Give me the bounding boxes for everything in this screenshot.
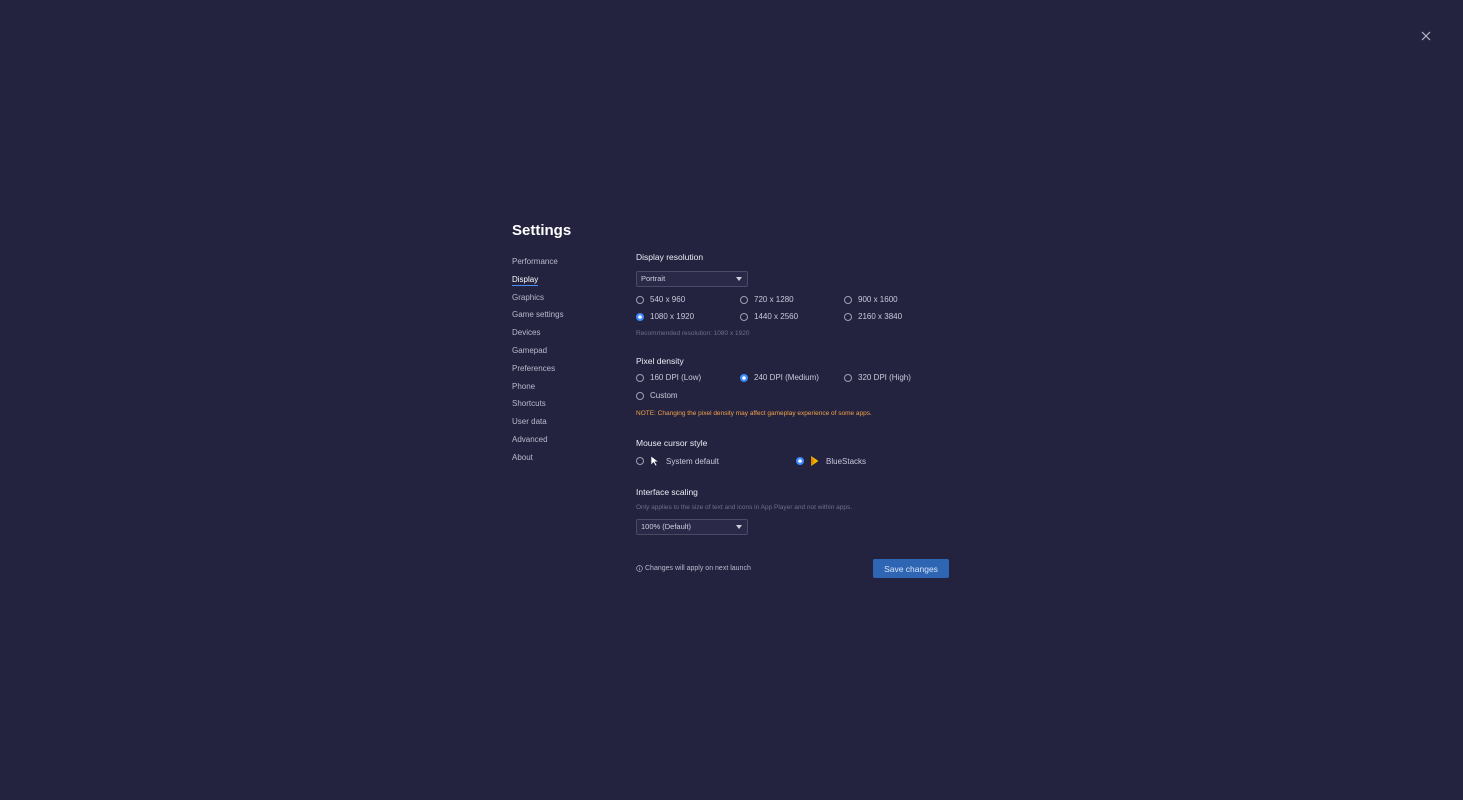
nav-item-label: Performance — [512, 257, 558, 266]
nav-item-graphics[interactable]: Graphics — [512, 292, 622, 310]
nav-item-label: Game settings — [512, 310, 564, 320]
radio-icon — [636, 295, 644, 304]
nav-item-label: Display — [512, 274, 539, 286]
pixel-density-note: NOTE: Changing the pixel density may aff… — [636, 410, 872, 417]
save-changes-button[interactable]: Save changes — [873, 559, 949, 578]
cursor-option-system-default[interactable]: System default — [636, 455, 719, 467]
nav-item-advanced[interactable]: Advanced — [512, 434, 622, 452]
close-button[interactable] — [1418, 28, 1434, 44]
chevron-down-icon — [736, 277, 742, 281]
radio-icon — [636, 391, 644, 400]
display-resolution-title: Display resolution — [636, 252, 704, 262]
radio-label: 160 DPI (Low) — [650, 373, 702, 382]
radio-icon — [796, 457, 804, 465]
resolution-option-540x960[interactable]: 540 x 960 — [636, 295, 685, 304]
radio-label: 540 x 960 — [650, 295, 686, 304]
settings-nav: Performance Display Graphics Game settin… — [512, 256, 622, 470]
orientation-select[interactable]: Portrait — [636, 271, 748, 287]
radio-icon — [740, 312, 748, 321]
radio-label: BlueStacks — [826, 456, 867, 466]
interface-scaling-select-value: 100% (Default) — [641, 522, 692, 531]
radio-label: Custom — [650, 391, 678, 400]
radio-icon — [844, 312, 852, 321]
recommended-resolution-hint: Recommended resolution: 1080 x 1920 — [636, 330, 750, 337]
dpi-option-medium[interactable]: 240 DPI (Medium) — [740, 373, 819, 382]
nav-item-display[interactable]: Display — [512, 274, 622, 292]
interface-scaling-hint: Only applies to the size of text and ico… — [636, 504, 853, 511]
nav-item-phone[interactable]: Phone — [512, 381, 622, 399]
nav-item-user-data[interactable]: User data — [512, 416, 622, 434]
restart-info-text: Changes will apply on next launch — [645, 565, 751, 572]
nav-item-preferences[interactable]: Preferences — [512, 363, 622, 381]
radio-icon — [740, 295, 748, 304]
radio-icon — [636, 312, 644, 321]
nav-item-gamepad[interactable]: Gamepad — [512, 345, 622, 363]
radio-label: 720 x 1280 — [754, 295, 794, 304]
settings-panel: Settings Performance Display Graphics Ga… — [512, 220, 952, 590]
arrow-cursor-icon — [650, 455, 660, 467]
page-title: Settings — [512, 222, 572, 239]
nav-item-label: Gamepad — [512, 345, 548, 355]
nav-item-shortcuts[interactable]: Shortcuts — [512, 398, 622, 416]
nav-item-label: Phone — [512, 381, 536, 391]
radio-label: 320 DPI (High) — [858, 373, 911, 382]
nav-item-label: User data — [512, 417, 547, 427]
radio-label: 1080 x 1920 — [650, 312, 695, 321]
radio-label: 900 x 1600 — [858, 295, 898, 304]
nav-item-label: Advanced — [512, 434, 548, 444]
nav-item-performance[interactable]: Performance — [512, 256, 622, 274]
radio-icon — [844, 373, 852, 382]
resolution-option-2160x3840[interactable]: 2160 x 3840 — [844, 312, 902, 321]
resolution-option-900x1600[interactable]: 900 x 1600 — [844, 295, 898, 304]
bluestacks-cursor-icon — [811, 456, 819, 466]
orientation-select-value: Portrait — [641, 274, 666, 283]
resolution-option-1080x1920[interactable]: 1080 x 1920 — [636, 312, 694, 321]
dpi-option-custom[interactable]: Custom — [636, 391, 678, 400]
nav-item-label: Shortcuts — [512, 399, 546, 409]
mouse-cursor-title: Mouse cursor style — [636, 438, 708, 448]
nav-item-label: Preferences — [512, 363, 556, 373]
radio-label: 2160 x 3840 — [858, 312, 903, 321]
info-icon — [636, 565, 643, 572]
radio-icon — [636, 373, 644, 382]
cursor-option-bluestacks[interactable]: BlueStacks — [796, 455, 866, 467]
dpi-option-low[interactable]: 160 DPI (Low) — [636, 373, 701, 382]
interface-scaling-select[interactable]: 100% (Default) — [636, 519, 748, 535]
nav-item-devices[interactable]: Devices — [512, 327, 622, 345]
restart-info: Changes will apply on next launch — [636, 565, 751, 572]
radio-label: 1440 x 2560 — [754, 312, 799, 321]
dpi-option-high[interactable]: 320 DPI (High) — [844, 373, 911, 382]
resolution-option-1440x2560[interactable]: 1440 x 2560 — [740, 312, 798, 321]
radio-icon — [636, 457, 644, 465]
nav-item-game-settings[interactable]: Game settings — [512, 309, 622, 327]
pixel-density-title: Pixel density — [636, 356, 684, 366]
radio-icon — [740, 373, 748, 382]
close-icon — [1421, 31, 1431, 41]
nav-item-about[interactable]: About — [512, 452, 622, 470]
radio-label: 240 DPI (Medium) — [754, 373, 819, 382]
interface-scaling-title: Interface scaling — [636, 487, 698, 497]
radio-label: System default — [666, 456, 719, 466]
resolution-option-720x1280[interactable]: 720 x 1280 — [740, 295, 794, 304]
settings-screen: Settings Performance Display Graphics Ga… — [0, 0, 1463, 800]
nav-item-label: About — [512, 452, 533, 462]
nav-item-label: Devices — [512, 328, 541, 338]
radio-icon — [844, 295, 852, 304]
chevron-down-icon — [736, 525, 742, 529]
nav-item-label: Graphics — [512, 292, 545, 302]
